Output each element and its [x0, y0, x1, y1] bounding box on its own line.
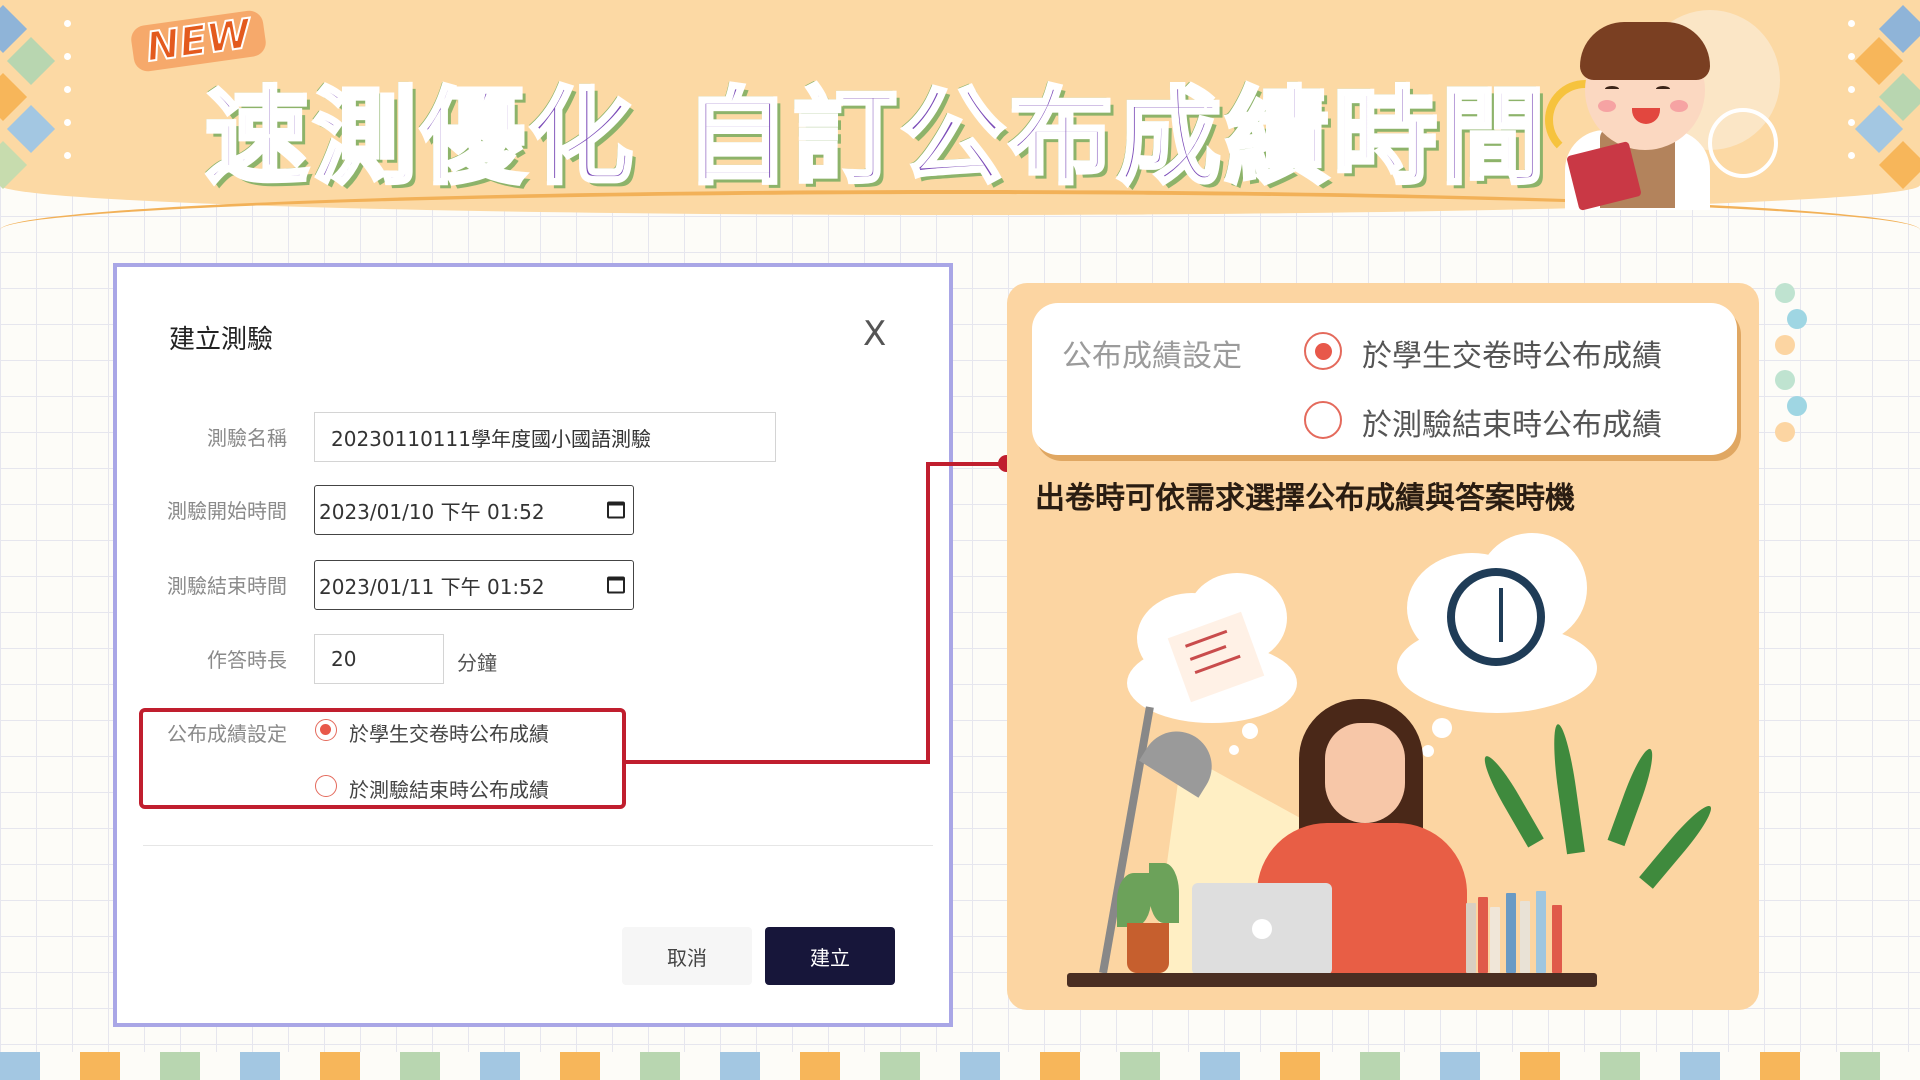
- duration-label: 作答時長: [207, 648, 287, 672]
- callout-card: 公布成績設定 於學生交卷時公布成績 於測驗結束時公布成績: [1032, 303, 1737, 455]
- connector-line: [623, 760, 930, 764]
- clock-icon: [1447, 568, 1545, 666]
- close-icon[interactable]: X: [863, 317, 886, 351]
- test-name-value: 20230110111學年度國小國語測驗: [331, 426, 651, 451]
- bottom-stripe-decoration: [0, 1052, 1920, 1080]
- start-time-input[interactable]: 2023/01/10 下午 01:52: [314, 485, 634, 535]
- end-time-value: 2023/01/11 下午 01:52: [319, 574, 545, 599]
- callout-caption: 出卷時可依需求選擇公布成績與答案時機: [1035, 481, 1575, 516]
- callout-option-1: 於學生交卷時公布成績: [1362, 339, 1662, 374]
- duration-value: 20: [331, 647, 357, 671]
- calendar-icon[interactable]: [607, 501, 625, 519]
- laptop-icon: [1192, 883, 1332, 975]
- duration-unit: 分鐘: [457, 651, 497, 675]
- calendar-icon[interactable]: [607, 576, 625, 594]
- create-test-dialog: 建立測驗 X 測驗名稱 20230110111學年度國小國語測驗 測驗開始時間 …: [113, 263, 953, 1027]
- callout-radio-selected: [1304, 332, 1342, 370]
- test-name-label: 測驗名稱: [207, 426, 287, 450]
- end-time-input[interactable]: 2023/01/11 下午 01:52: [314, 560, 634, 610]
- page-title: 速測優化 自訂公布成績時間: [203, 52, 1550, 203]
- cancel-button[interactable]: 取消: [622, 927, 752, 985]
- publish-setting-highlight: [139, 708, 626, 809]
- left-dots-decoration: [64, 20, 72, 185]
- callout-label: 公布成績設定: [1062, 339, 1242, 374]
- test-name-input[interactable]: 20230110111學年度國小國語測驗: [314, 412, 776, 462]
- callout-panel: 公布成績設定 於學生交卷時公布成績 於測驗結束時公布成績 出卷時可依需求選擇公布…: [1007, 283, 1759, 1010]
- title-part-2: 自訂公布成績時間: [683, 74, 1550, 200]
- connector-line: [926, 462, 1002, 466]
- dialog-title: 建立測驗: [169, 325, 274, 355]
- callout-radio-unselected: [1304, 401, 1342, 439]
- right-dots-decoration: [1848, 20, 1856, 185]
- create-button[interactable]: 建立: [765, 927, 895, 985]
- connector-line: [926, 462, 930, 764]
- left-diamond-decoration: [0, 0, 60, 200]
- duration-input[interactable]: 20: [314, 634, 444, 684]
- start-time-value: 2023/01/10 下午 01:52: [319, 499, 545, 524]
- end-time-label: 測驗結束時間: [167, 574, 287, 598]
- start-time-label: 測驗開始時間: [167, 499, 287, 523]
- title-part-1: 速測優化: [203, 74, 638, 200]
- dialog-divider: [143, 845, 933, 846]
- callout-option-2: 於測驗結束時公布成績: [1362, 408, 1662, 443]
- right-diamond-decoration: [1854, 0, 1920, 200]
